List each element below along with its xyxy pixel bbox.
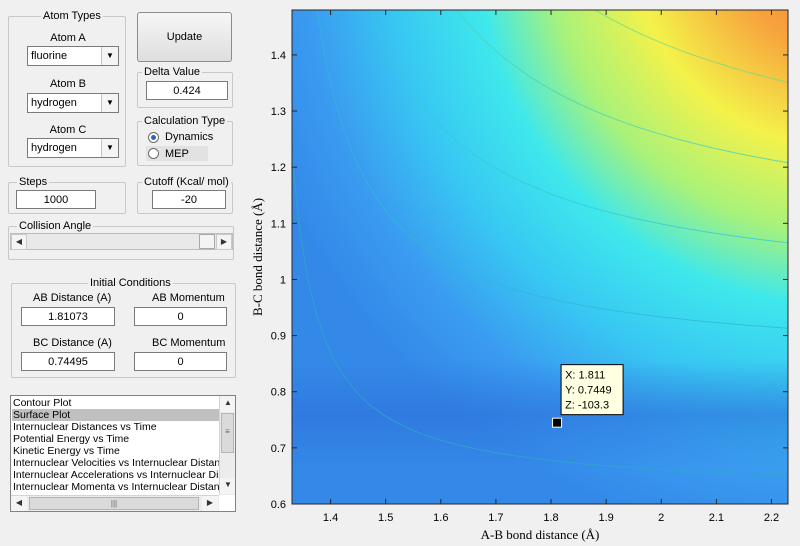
dynamics-label: Dynamics [165,131,214,143]
list-item[interactable]: Contour Plot [12,397,220,409]
y-axis-label: B-C bond distance (Å) [250,198,265,316]
ab-distance-input[interactable] [21,307,115,326]
y-tick-label: 1.1 [271,218,286,230]
ab-momentum-label: AB Momentum [152,292,225,304]
update-button[interactable]: Update [137,12,232,62]
collision-angle-title: Collision Angle [17,219,94,233]
list-item[interactable]: Kinetic Energy vs Time [12,445,220,457]
delta-value-input[interactable] [146,81,228,100]
atom-c-select[interactable]: hydrogen ▼ [27,138,119,158]
atom-a-value: fluorine [31,50,68,62]
delta-value-title: Delta Value [142,65,203,79]
x-tick-label: 1.9 [598,512,613,524]
atom-c-value: hydrogen [31,142,77,154]
x-tick-label: 1.6 [433,512,448,524]
valley-band [292,360,788,470]
steps-input[interactable] [16,190,96,209]
x-tick-label: 2 [658,512,664,524]
slider-right-arrow-icon[interactable]: ▶ [216,234,232,250]
list-item[interactable]: Internuclear Accelerations vs Internucle… [12,469,235,481]
bc-momentum-label: BC Momentum [152,337,226,349]
bc-momentum-input[interactable] [134,352,227,371]
horizontal-scroll-thumb[interactable]: ||| [29,497,199,510]
list-item[interactable]: Internuclear Momenta vs Internuclear Dis… [12,481,231,493]
bc-distance-input[interactable] [21,352,115,371]
slider-left-arrow-icon[interactable]: ◀ [11,234,27,250]
atom-a-label: Atom A [50,32,86,44]
y-tick-label: 1.3 [271,106,286,118]
scroll-left-arrow-icon[interactable]: ◀ [11,496,27,511]
y-tick-label: 0.9 [271,331,286,343]
initial-conditions-title: Initial Conditions [88,276,173,290]
plot-type-list[interactable]: Contour Plot Surface Plot Internuclear D… [10,395,236,512]
chevron-down-icon[interactable]: ▼ [101,139,118,157]
atom-b-label: Atom B [49,78,87,90]
data-point-marker[interactable] [552,417,563,428]
dynamics-radio[interactable] [148,132,159,143]
slider-thumb[interactable] [199,234,215,249]
list-item[interactable]: Internuclear Velocities vs Internuclear … [12,457,231,469]
x-tick-label: 2.1 [709,512,724,524]
potential-energy-surface-plot[interactable]: 1.4 1.5 1.6 1.7 1.8 1.9 2 2.1 2.2 0.6 0.7 0.8 0.9 1 1… [242,0,800,543]
y-tick-label: 0.6 [271,499,286,511]
x-tick-label: 1.8 [543,512,558,524]
y-tick-label: 1.4 [271,50,286,62]
scroll-up-arrow-icon[interactable]: ▲ [220,396,235,412]
bc-distance-label: BC Distance (A) [33,337,112,349]
steps-title: Steps [17,175,50,189]
x-tick-label: 1.5 [378,512,393,524]
atom-types-group: Atom Types Atom A fluorine ▼ Atom B hydr… [8,9,126,167]
x-tick-label: 1.7 [488,512,503,524]
ab-momentum-input[interactable] [134,307,227,326]
update-button-label: Update [166,31,203,43]
x-tick-label: 2.2 [764,512,779,524]
atom-c-label: Atom C [49,124,87,136]
x-tick-label: 1.4 [323,512,338,524]
list-item[interactable]: Internuclear Distances vs Time [12,421,220,433]
vertical-scroll-thumb[interactable]: ≡ [221,413,234,453]
chevron-down-icon[interactable]: ▼ [101,47,118,65]
mep-radio[interactable] [148,148,159,159]
scroll-right-arrow-icon[interactable]: ▶ [202,496,218,511]
mep-label: MEP [165,148,189,160]
datatip-y: Y: 0.7449 [565,385,612,397]
y-tick-label: 1.2 [271,162,286,174]
cutoff-input[interactable] [152,190,226,209]
list-vertical-scrollbar[interactable]: ▲ ≡ ▼ [219,396,235,495]
x-axis-label: A-B bond distance (Å) [481,527,600,542]
atom-b-select[interactable]: hydrogen ▼ [27,93,119,113]
collision-angle-slider[interactable]: ◀ ▶ [10,233,233,250]
datatip-x: X: 1.811 [565,370,605,382]
y-tick-label: 0.7 [271,443,286,455]
atom-a-select[interactable]: fluorine ▼ [27,46,119,66]
datatip: X: 1.811 Y: 0.7449 Z: -103.3 [560,364,624,416]
datatip-z: Z: -103.3 [565,400,609,412]
calculation-type-title: Calculation Type [142,114,228,128]
ab-distance-label: AB Distance (A) [33,292,112,304]
cutoff-title: Cutoff (Kcal/ mol) [142,175,231,189]
y-tick-label: 1 [280,274,286,286]
chart-svg: 1.4 1.5 1.6 1.7 1.8 1.9 2 2.1 2.2 0.6 0.7 0.8 0.9 1 1… [250,9,789,542]
chevron-down-icon[interactable]: ▼ [101,94,118,112]
list-item[interactable]: Potential Energy vs Time [12,433,220,445]
y-tick-label: 0.8 [271,387,286,399]
atom-b-value: hydrogen [31,97,77,109]
scroll-down-arrow-icon[interactable]: ▼ [220,478,235,494]
atom-types-title: Atom Types [41,9,103,23]
list-horizontal-scrollbar[interactable]: ◀ ||| ▶ [11,495,219,511]
list-item[interactable]: Surface Plot [12,409,220,421]
